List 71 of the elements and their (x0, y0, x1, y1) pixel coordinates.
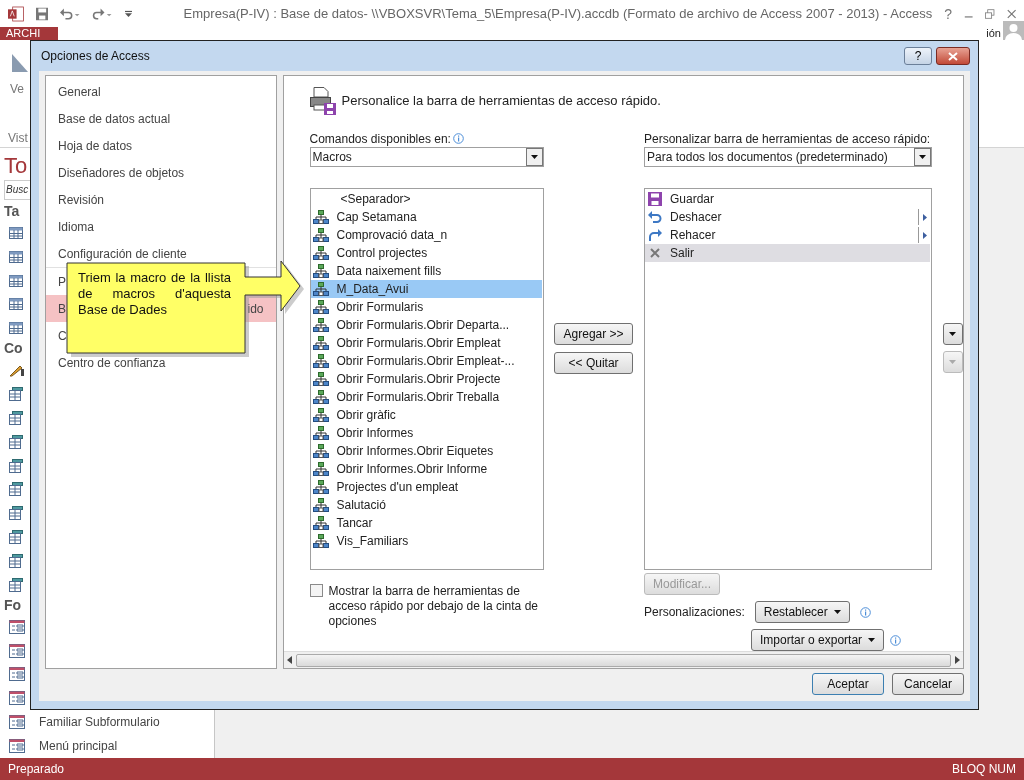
list-item[interactable]: Obrir Informes.Obrir Eiquetes (310, 442, 543, 460)
help-button[interactable]: ? (944, 5, 952, 22)
category-label: Centro de confianza (58, 355, 166, 370)
list-item[interactable]: Obrir gràfic (310, 406, 543, 424)
category-item[interactable]: Revisión (46, 186, 276, 213)
list-item[interactable]: <Separador> (310, 190, 543, 208)
group-header[interactable]: Fo (4, 596, 22, 615)
navigation-title: To (4, 152, 28, 180)
list-item[interactable]: Obrir Formularis.Obrir Treballa (310, 388, 543, 406)
category-label: Configuración de cliente (58, 246, 187, 261)
list-item[interactable]: Salir (645, 244, 930, 262)
status-text: Preparado (8, 762, 65, 776)
list-item[interactable]: Deshacer (645, 208, 930, 226)
add-button[interactable]: Agregar >> (554, 323, 633, 345)
list-item[interactable]: Obrir Informes (310, 424, 543, 442)
navigation-item[interactable]: Menú principal (39, 739, 118, 754)
group-header[interactable]: Co (4, 340, 23, 359)
list-item[interactable]: Comprovació data_n (310, 226, 543, 244)
category-item[interactable]: General (46, 78, 276, 105)
status-indicator: BLOQ NUM (952, 762, 1016, 776)
list-item[interactable]: Obrir Formularis.Obrir Empleat (310, 334, 543, 352)
list-item[interactable]: Obrir Formularis.Obrir Empleat-... (310, 352, 543, 370)
list-item[interactable]: Vis_Familiars (310, 532, 543, 550)
checkbox-label: Mostrar la barra de herramientas de acceso rápido por debajo de la cinta de opciones (328, 584, 539, 629)
list-item[interactable]: M_Data_Avui (310, 280, 543, 298)
category-item[interactable]: Idioma (46, 213, 276, 240)
dialog-title: Opciones de Access (41, 49, 150, 63)
category-item[interactable]: Base de datos actual (46, 105, 276, 132)
help-button[interactable]: ? (904, 47, 932, 65)
category-item[interactable]: Hoja de datos (46, 132, 276, 159)
category-label: Base de datos actual (58, 111, 171, 126)
list-item[interactable]: Control projectes (310, 244, 543, 262)
list-item[interactable]: Obrir Formularis (310, 298, 543, 316)
navigation-item[interactable]: Familiar Subformulario (39, 715, 160, 730)
category-label: B (58, 301, 66, 316)
group-header[interactable]: Ta (4, 202, 20, 221)
window-title: Empresa(P-IV) : Base de datos- \\VBOXSVR\Tema_5\Empresa(P-IV).accdb (Formato de archivo de Access 2007 - 2013) - Access (182, 6, 933, 21)
list-item[interactable]: Guardar (645, 190, 930, 208)
list-item[interactable]: Obrir Informes.Obrir Informe (310, 460, 543, 478)
remove-button[interactable]: << Quitar (554, 352, 633, 374)
category-label: General (58, 84, 101, 99)
field-label: Personalizar barra de herramientas de acceso rápido: (644, 131, 931, 146)
file-tab[interactable]: ARCHI (0, 27, 58, 40)
reset-button[interactable]: Restablecer (754, 601, 850, 623)
list-item[interactable]: Rehacer (645, 226, 930, 244)
category-label: Diseñadores de objetos (58, 165, 185, 180)
scope-select[interactable]: Para todos los documentos (predeterminado) (644, 147, 932, 167)
category-label: Idioma (58, 219, 95, 234)
import-export-button[interactable]: Importar o exportar (751, 629, 885, 651)
category-label: C (58, 328, 67, 343)
ribbon-button-label[interactable]: Ve (10, 82, 24, 96)
ribbon-group-label: Vist (8, 131, 28, 147)
ok-button[interactable]: Aceptar (812, 673, 884, 695)
list-item[interactable]: Tancar (310, 514, 543, 532)
callout-text: Triem la macro de la llista de macros d'aquesta Base de Dades (78, 270, 231, 318)
list-item[interactable]: Salutació (310, 496, 543, 514)
category-label: Hoja de datos (58, 138, 133, 153)
sign-in-link[interactable]: ión (984, 27, 1003, 40)
list-item[interactable]: Obrir Formularis.Obrir Departa... (310, 316, 543, 334)
category-item[interactable]: Diseñadores de objetos (46, 159, 276, 186)
list-item[interactable]: Obrir Formularis.Obrir Projecte (310, 370, 543, 388)
list-item[interactable]: Projectes d'un empleat (310, 478, 543, 496)
section-heading: Personalice la barra de herramientas de acceso rápido. (341, 93, 661, 108)
commands-select[interactable]: Macros (309, 147, 545, 167)
category-label: ido (247, 301, 264, 316)
category-label: Revisión (58, 192, 105, 207)
field-label: Personalizaciones: (644, 605, 745, 619)
cancel-button[interactable]: Cancelar (892, 673, 964, 695)
list-item[interactable]: Data naixement fills (310, 262, 543, 280)
field-label: Comandos disponibles en: (309, 131, 451, 146)
list-item[interactable]: Cap Setamana (310, 208, 543, 226)
